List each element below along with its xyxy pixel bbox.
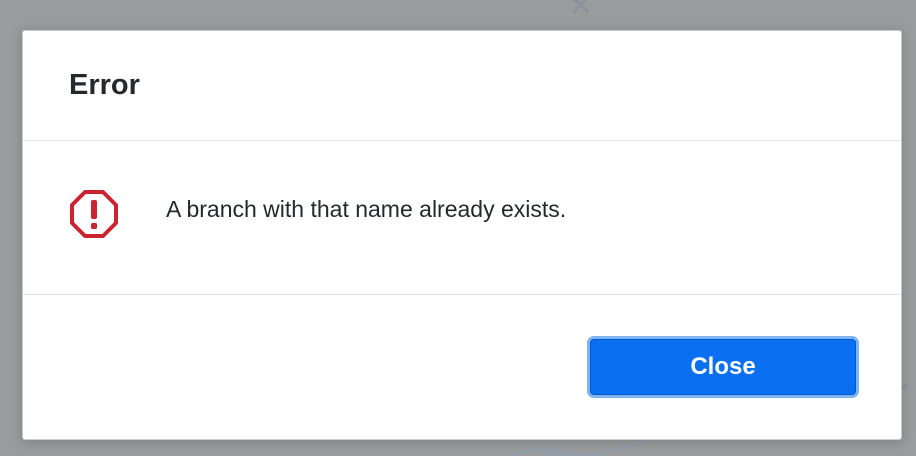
close-button[interactable]: Close <box>590 339 856 395</box>
dialog-header: Error <box>23 31 901 141</box>
dialog-body: A branch with that name already exists. <box>23 141 901 295</box>
error-message: A branch with that name already exists. <box>166 196 567 222</box>
error-dialog: Error A branch with that name already ex… <box>22 30 902 440</box>
dialog-footer: Close <box>23 295 901 439</box>
error-octagon-icon <box>70 190 118 238</box>
dialog-title: Error <box>69 69 140 101</box>
backdrop-close-icon: ✕ <box>568 0 594 24</box>
